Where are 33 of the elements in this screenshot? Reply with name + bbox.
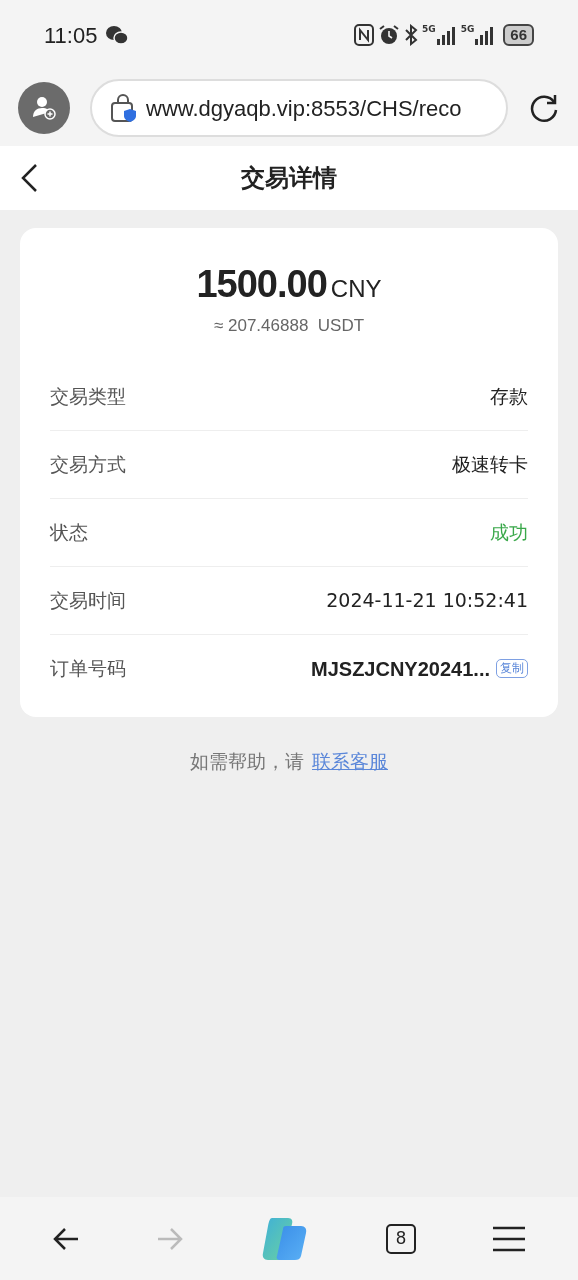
network-label: 5G [460, 25, 475, 34]
currency: CNY [330, 274, 382, 304]
status-value: 成功 [490, 519, 528, 545]
lock-shield-icon [110, 93, 138, 123]
tabs-button[interactable]: 8 [386, 1223, 416, 1254]
battery-level: 66 [503, 24, 534, 46]
chat-icon [105, 25, 130, 45]
converted-amount: ≈ 207.46888 USDT [212, 315, 366, 337]
copy-button[interactable]: 复制 [496, 659, 528, 678]
field-value: 存款 [490, 383, 528, 409]
field-label: 交易方式 [50, 451, 126, 477]
nfc-icon [354, 24, 374, 46]
clock: 11:05 [44, 21, 98, 50]
address-field[interactable]: www.dgyaqb.vip:8553/CHS/reco [90, 79, 508, 137]
help-prompt: 如需帮助，请 [190, 749, 304, 772]
field-label: 交易时间 [50, 587, 126, 613]
network-label: 5G [422, 25, 436, 34]
alarm-icon [378, 24, 400, 46]
field-value: 2024-11-21 10:52:41 [326, 587, 528, 613]
person-add-icon [31, 95, 57, 121]
field-label: 状态 [50, 519, 88, 545]
field-value: 极速转卡 [452, 451, 528, 477]
signal-icon [436, 25, 457, 45]
menu-icon[interactable] [492, 1225, 526, 1252]
page-title: 交易详情 [241, 163, 337, 194]
amount: 1500.00 [196, 262, 327, 307]
signal-icon [475, 25, 496, 45]
bluetooth-icon [404, 24, 418, 46]
order-number: MJSZJCNY20241... [311, 656, 490, 682]
profile-button[interactable] [18, 82, 70, 134]
reload-icon[interactable] [528, 92, 560, 124]
field-label: 订单号码 [50, 656, 126, 682]
field-label: 交易类型 [50, 383, 126, 409]
